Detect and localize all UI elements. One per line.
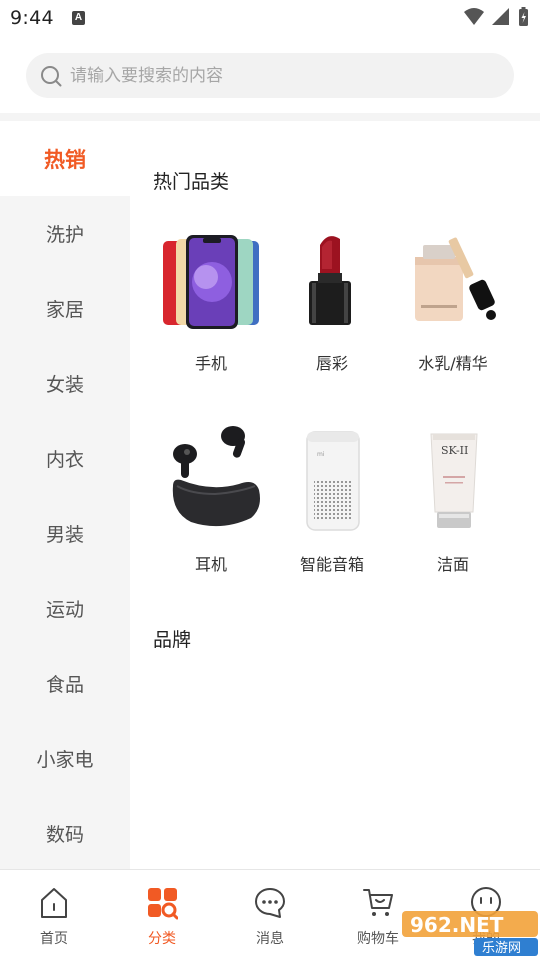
sidebar-item-label: 热销 xyxy=(44,147,86,172)
nav-label: 消息 xyxy=(256,931,284,947)
sidebar-item-label: 内衣 xyxy=(45,449,84,471)
sidebar-item-label: 食品 xyxy=(45,674,84,696)
sidebar-item-food[interactable]: 食品 xyxy=(0,646,130,721)
sidebar-item-label: 家居 xyxy=(45,299,84,321)
nav-messages[interactable]: 消息 xyxy=(216,870,324,960)
smart-speaker-image: mi xyxy=(306,431,360,531)
category-sidebar: 热销 洗护 家居 女装 内衣 男装 运动 食品 小家电 数码 xyxy=(0,121,130,869)
category-label: 唇彩 xyxy=(315,354,348,373)
status-time: 9:44 xyxy=(10,7,54,29)
status-bar: 9:44 A xyxy=(0,0,540,36)
svg-text:mi: mi xyxy=(317,451,325,458)
brand-section-title: 品牌 xyxy=(153,629,192,651)
sidebar-item-womens[interactable]: 女装 xyxy=(0,346,130,421)
nav-label: 首页 xyxy=(40,931,68,947)
sidebar-item-mens[interactable]: 男装 xyxy=(0,496,130,571)
search-icon xyxy=(41,66,62,87)
sidebar-item-hot[interactable]: 热销 xyxy=(0,121,130,196)
nav-label: 分类 xyxy=(148,931,176,947)
nav-category[interactable]: 分类 xyxy=(108,870,216,960)
category-content: 热门品类 手机 唇彩 水乳/精华 耳机 mi 智能音箱 SK-II 洁面 品牌 xyxy=(130,121,540,869)
category-item-smart-speaker[interactable]: mi 智能音箱 xyxy=(272,420,392,590)
search-bar[interactable] xyxy=(26,53,514,98)
category-label: 水乳/精华 xyxy=(418,354,488,373)
message-icon xyxy=(255,888,285,918)
sidebar-item-label: 运动 xyxy=(45,599,84,621)
category-item-serum[interactable]: 水乳/精华 xyxy=(393,219,513,389)
sidebar-item-label: 男装 xyxy=(45,524,84,546)
battery-icon xyxy=(519,7,528,26)
sidebar-item-label: 数码 xyxy=(45,824,84,846)
sidebar-item-label: 小家电 xyxy=(36,749,94,771)
watermark-top-text: 962.NET xyxy=(410,913,504,937)
category-item-phone[interactable]: 手机 xyxy=(151,219,271,389)
signal-icon xyxy=(492,8,509,25)
sidebar-item-appliances[interactable]: 小家电 xyxy=(0,721,130,796)
serum-image xyxy=(415,237,496,321)
sidebar-item-label: 女装 xyxy=(45,374,84,396)
category-icon xyxy=(148,888,178,920)
sidebar-item-home[interactable]: 家居 xyxy=(0,271,130,346)
home-icon xyxy=(41,888,67,918)
notification-a-icon: A xyxy=(72,11,85,25)
nav-home[interactable]: 首页 xyxy=(0,870,108,960)
sidebar-item-digital[interactable]: 数码 xyxy=(0,796,130,871)
cleanser-image: SK-II xyxy=(430,433,478,528)
watermark-logo: 962.NET 乐游网 xyxy=(402,909,538,957)
sidebar-item-underwear[interactable]: 内衣 xyxy=(0,421,130,496)
category-item-earbuds[interactable]: 耳机 xyxy=(151,420,271,590)
phone-image xyxy=(163,235,259,329)
category-item-lipstick[interactable]: 唇彩 xyxy=(272,219,392,389)
sidebar-item-care[interactable]: 洗护 xyxy=(0,196,130,271)
category-label: 耳机 xyxy=(194,555,227,574)
sidebar-item-sports[interactable]: 运动 xyxy=(0,571,130,646)
status-icons xyxy=(462,6,532,28)
category-label: 手机 xyxy=(194,354,227,373)
wifi-icon xyxy=(464,8,484,25)
watermark-bottom-text: 乐游网 xyxy=(482,941,521,956)
header-divider xyxy=(0,113,540,121)
svg-text:SK-II: SK-II xyxy=(441,444,468,457)
cart-icon xyxy=(363,889,393,916)
earbuds-image xyxy=(172,426,260,527)
category-label: 洁面 xyxy=(436,555,469,574)
category-label: 智能音箱 xyxy=(299,555,364,574)
category-item-cleanser[interactable]: SK-II 洁面 xyxy=(393,420,513,590)
lipstick-image xyxy=(309,236,351,325)
hot-categories-title: 热门品类 xyxy=(153,171,230,193)
search-input[interactable] xyxy=(70,53,500,98)
sidebar-item-label: 洗护 xyxy=(45,224,84,246)
